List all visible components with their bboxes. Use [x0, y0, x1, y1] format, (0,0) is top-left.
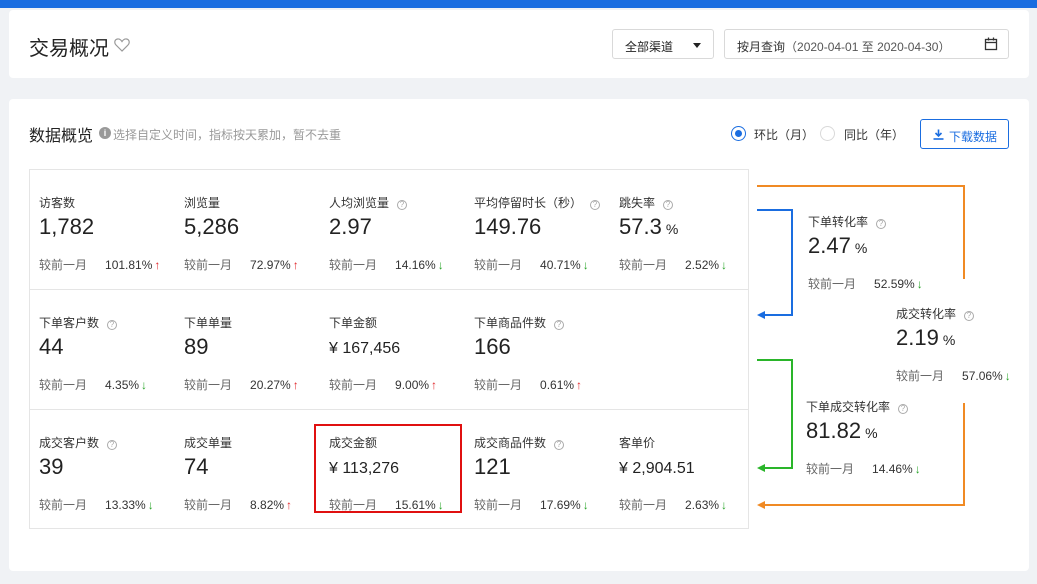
arrow-down-icon: ↓ [914, 462, 921, 476]
channel-select-value: 全部渠道 [625, 40, 674, 54]
heart-icon[interactable] [114, 37, 130, 52]
metric-compare: 较前一月 52.59% ↓ [808, 275, 923, 292]
conversion-card: 下单成交转化率? 81.82% 较前一月 14.46% ↓ [806, 398, 936, 478]
channel-select[interactable]: 全部渠道 [612, 29, 714, 59]
arrow-down-icon: ↓ [916, 277, 923, 291]
compare-percent: 52.59% [874, 277, 915, 291]
conversion-card: 成交转化率? 2.19% 较前一月 57.06% ↓ [896, 305, 1026, 385]
blue-arrow-head [757, 311, 765, 319]
arrow-down-icon: ↓ [1004, 369, 1011, 383]
compare-percent: 57.06% [962, 369, 1003, 383]
metric-label-text: 下单转化率 [808, 215, 869, 229]
orange-arrow-head [757, 501, 765, 509]
green-flow-line [757, 359, 793, 469]
header-card: 交易概况 全部渠道 按月查询（2020-04-01 至 2020-04-30） [9, 10, 1029, 78]
metric-value-text: 81.82 [806, 418, 862, 443]
overview-card: 数据概览 i 选择自定义时间，指标按天累加，暂不去重 环比（月） 同比（年） 下… [9, 99, 1029, 571]
blue-flow-line [757, 209, 793, 316]
help-icon[interactable]: ? [964, 311, 975, 321]
metric-value: 81.82% [806, 418, 878, 444]
metric-value: 2.19% [896, 325, 955, 351]
help-icon[interactable]: ? [898, 404, 909, 414]
caret-down-icon [693, 43, 701, 48]
metric-compare: 较前一月 14.46% ↓ [806, 460, 921, 477]
compare-percent: 14.46% [872, 462, 913, 476]
metric-value-text: 2.47 [808, 233, 851, 258]
metric-unit: % [854, 240, 868, 256]
calendar-icon [984, 37, 998, 51]
conversion-card: 下单转化率? 2.47% 较前一月 52.59% ↓ [808, 213, 938, 293]
compare-label: 较前一月 [896, 369, 945, 383]
green-arrow-head [757, 464, 765, 472]
metric-value-text: 2.19 [896, 325, 939, 350]
metric-label-text: 下单成交转化率 [806, 400, 891, 414]
metric-compare: 较前一月 57.06% ↓ [896, 367, 1011, 384]
page-title: 交易概况 [29, 38, 109, 60]
metric-label: 成交转化率? [896, 305, 975, 322]
conversion-flow-lines [757, 185, 965, 509]
compare-label: 较前一月 [808, 277, 857, 291]
date-range-value: （2020-04-01 至 2020-04-30） [785, 40, 951, 54]
metric-label: 下单成交转化率? [806, 398, 909, 415]
compare-label: 较前一月 [806, 462, 855, 476]
top-accent-bar [0, 0, 1037, 8]
date-range-picker[interactable]: 按月查询（2020-04-01 至 2020-04-30） [724, 29, 1009, 59]
metric-label-text: 成交转化率 [896, 307, 957, 321]
metric-unit: % [942, 332, 956, 348]
metric-label: 下单转化率? [808, 213, 887, 230]
date-query-label: 按月查询 [737, 40, 786, 54]
help-icon[interactable]: ? [876, 219, 887, 229]
metric-unit: % [865, 425, 878, 441]
metric-value: 2.47% [808, 233, 867, 259]
